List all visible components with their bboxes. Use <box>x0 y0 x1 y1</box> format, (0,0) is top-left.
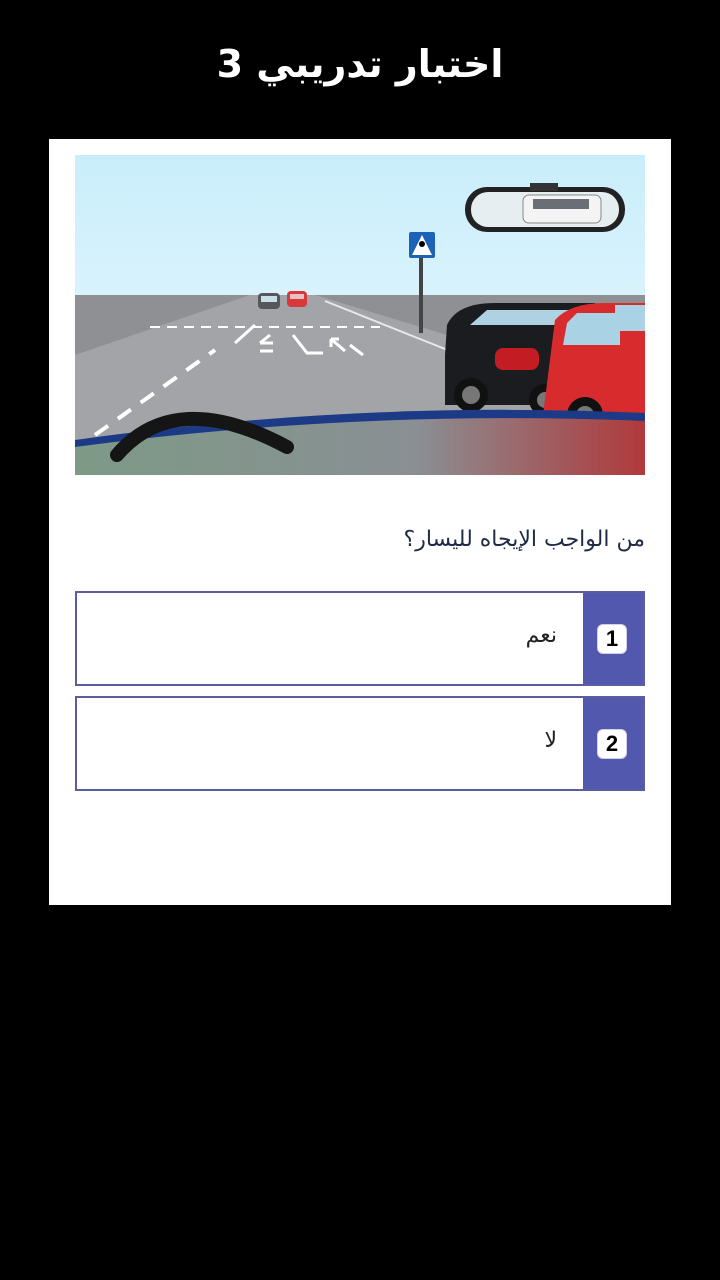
page-title: اختبار تدريبي 3 <box>216 42 504 86</box>
answer-number-cell: 2 <box>583 698 643 789</box>
answer-option-2[interactable]: 2 لا <box>75 696 645 791</box>
answer-number-cell: 1 <box>583 593 643 684</box>
answer-number: 1 <box>597 624 627 654</box>
driving-scene-illustration <box>75 155 645 475</box>
answer-label: لا <box>544 728 557 753</box>
answer-option-1[interactable]: 1 نعم <box>75 591 645 686</box>
question-card: من الواجب الإيجاه لليسار؟ 1 نعم 2 لا <box>49 139 671 905</box>
answer-number: 2 <box>597 729 627 759</box>
question-text: من الواجب الإيجاه لليسار؟ <box>403 527 645 552</box>
answer-label: نعم <box>525 623 557 648</box>
